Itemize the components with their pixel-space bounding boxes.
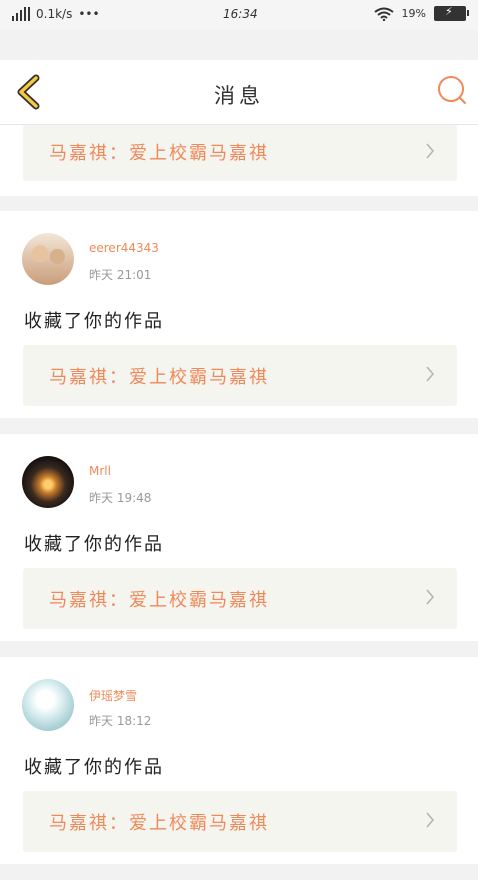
work-title: 马嘉祺：爱上校霸马嘉祺: [49, 143, 269, 164]
status-time: 16:34: [223, 7, 258, 21]
message-text: 收藏了你的作品: [24, 757, 164, 778]
wifi-icon: [373, 7, 394, 21]
work-title: 马嘉祺：爱上校霸马嘉祺: [49, 813, 269, 834]
chevron-right-icon: [426, 812, 435, 828]
network-speed: 0.1k/s: [36, 7, 73, 21]
work-link[interactable]: 马嘉祺：爱上校霸马嘉祺: [23, 345, 457, 406]
header: 消息: [0, 60, 478, 125]
battery-icon: ⚡: [434, 5, 469, 21]
page-title: 消息: [214, 84, 264, 108]
status-right: 19% ⚡: [373, 5, 469, 21]
username[interactable]: 伊瑶梦雪: [89, 687, 137, 704]
search-button[interactable]: [436, 74, 468, 106]
message-card: 伊瑶梦雪 昨天 18:12 收藏了你的作品 马嘉祺：爱上校霸马嘉祺: [0, 657, 478, 864]
timestamp: 昨天 18:12: [89, 714, 152, 728]
status-bar: 0.1k/s ••• 16:34 19% ⚡: [0, 0, 478, 30]
avatar[interactable]: [22, 679, 74, 731]
work-link[interactable]: 马嘉祺：爱上校霸马嘉祺: [23, 125, 457, 181]
message-card: eerer44343 昨天 21:01 收藏了你的作品 马嘉祺：爱上校霸马嘉祺: [0, 211, 478, 418]
avatar[interactable]: [22, 233, 74, 285]
signal-icon: [12, 7, 30, 21]
battery-percent: 19%: [401, 7, 426, 20]
timestamp: 昨天 21:01: [89, 268, 152, 282]
chevron-right-icon: [426, 589, 435, 605]
message-card: 马嘉祺：爱上校霸马嘉祺: [0, 125, 478, 196]
work-link[interactable]: 马嘉祺：爱上校霸马嘉祺: [23, 568, 457, 629]
message-list: 马嘉祺：爱上校霸马嘉祺 eerer44343 昨天 21:01 收藏了你的作品 …: [0, 125, 478, 880]
message-text: 收藏了你的作品: [24, 311, 164, 332]
avatar[interactable]: [22, 456, 74, 508]
work-title: 马嘉祺：爱上校霸马嘉祺: [49, 367, 269, 388]
message-text: 收藏了你的作品: [24, 534, 164, 555]
username[interactable]: Mrll: [89, 464, 111, 478]
status-left: 0.1k/s •••: [12, 7, 100, 21]
work-link[interactable]: 马嘉祺：爱上校霸马嘉祺: [23, 791, 457, 852]
message-card: Mrll 昨天 19:48 收藏了你的作品 马嘉祺：爱上校霸马嘉祺: [0, 434, 478, 641]
timestamp: 昨天 19:48: [89, 491, 152, 505]
more-dots: •••: [78, 7, 100, 21]
chevron-right-icon: [426, 143, 435, 159]
chevron-right-icon: [426, 366, 435, 382]
work-title: 马嘉祺：爱上校霸马嘉祺: [49, 590, 269, 611]
username[interactable]: eerer44343: [89, 241, 159, 255]
